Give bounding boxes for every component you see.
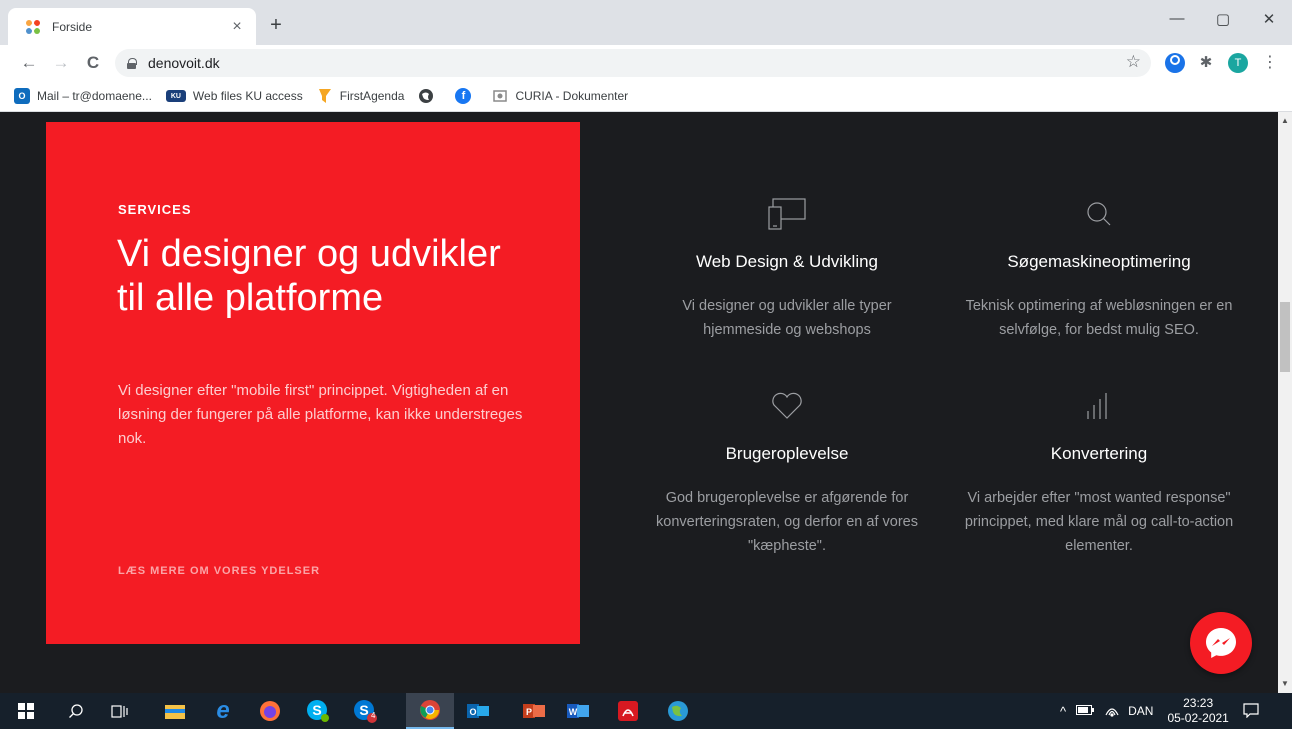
acrobat-icon[interactable]	[608, 693, 648, 729]
web-page: SERVICES Vi designer og udvikler til all…	[0, 112, 1278, 693]
hero-headline: Vi designer og udvikler til alle platfor…	[117, 233, 501, 319]
scroll-up-icon[interactable]: ▲	[1278, 114, 1292, 128]
outlook-icon: O	[14, 88, 30, 104]
forward-button[interactable]: →	[50, 52, 72, 74]
windows-taskbar: e S S 4 O P W ^ DAN 23:23 05-02-2021	[0, 693, 1292, 729]
bookmark-firstagenda[interactable]: FirstAgenda	[317, 88, 405, 104]
devices-icon	[642, 194, 932, 234]
svg-text:W: W	[569, 707, 578, 717]
service-ux: Brugeroplevelse God brugeroplevelse er a…	[642, 386, 932, 558]
service-text: Vi designer og udvikler alle typer hjemm…	[682, 298, 892, 338]
powerpoint-icon[interactable]: P	[514, 693, 554, 729]
extension-icon[interactable]	[1165, 53, 1185, 73]
scroll-thumb[interactable]	[1280, 302, 1290, 372]
read-more-link[interactable]: LÆS MERE OM VORES YDELSER	[118, 565, 320, 577]
scroll-down-icon[interactable]: ▼	[1278, 677, 1292, 691]
service-text: Vi arbejder efter "most wanted response"…	[964, 490, 1234, 554]
service-text: Teknisk optimering af webløsningen er en…	[965, 298, 1233, 338]
service-conversion: Konvertering Vi arbejder efter "most wan…	[954, 386, 1244, 558]
edge-icon[interactable]: e	[203, 693, 243, 729]
skype-business-icon[interactable]: S 4	[345, 693, 385, 729]
curia-icon	[492, 88, 508, 104]
ku-icon: KU	[165, 90, 186, 102]
back-button[interactable]: ←	[18, 52, 40, 74]
joomla-icon	[24, 18, 42, 36]
url-text: denovoit.dk	[148, 55, 220, 71]
tab-forside[interactable]: Forside ×	[8, 8, 256, 45]
bookmark-facebook[interactable]: f	[455, 88, 478, 104]
firefox-icon[interactable]	[250, 693, 290, 729]
bookmark-star-icon[interactable]: ☆	[1126, 52, 1141, 72]
tab-title: Forside	[52, 19, 93, 34]
clock[interactable]: 23:23 05-02-2021	[1167, 696, 1228, 726]
tab-close-icon[interactable]: ×	[228, 18, 246, 36]
word-icon[interactable]: W	[558, 693, 598, 729]
search-icon	[954, 194, 1244, 234]
svg-text:S: S	[359, 702, 368, 718]
bar-chart-icon	[954, 386, 1244, 426]
browser-toolbar: ← → C denovoit.dk ☆ ✱ T ⋮	[0, 45, 1292, 81]
service-title: Brugeroplevelse	[725, 444, 849, 463]
page-scrollbar[interactable]: ▲ ▼	[1278, 112, 1292, 693]
minimize-button[interactable]: —	[1154, 10, 1200, 27]
notification-badge: 4	[371, 711, 376, 720]
reload-button[interactable]: C	[82, 52, 104, 74]
windows-start-icon[interactable]	[6, 693, 46, 729]
globe-app-icon[interactable]	[658, 693, 698, 729]
bookmark-label: Mail – tr@domaene...	[37, 89, 152, 103]
notification-center-icon[interactable]	[1243, 702, 1259, 721]
service-title: Konvertering	[1050, 444, 1148, 463]
svg-text:O: O	[469, 707, 476, 717]
hero-lead: Vi designer efter "mobile first" princip…	[118, 382, 523, 447]
new-tab-button[interactable]: +	[264, 14, 288, 38]
bookmark-label: FirstAgenda	[339, 89, 405, 103]
battery-icon[interactable]	[1076, 704, 1095, 718]
bookmark-label: Web files KU access	[192, 89, 303, 103]
profile-avatar[interactable]: T	[1228, 53, 1248, 73]
chrome-icon[interactable]	[406, 693, 454, 729]
chevron-up-icon[interactable]: ^	[1060, 704, 1066, 719]
tab-strip: Forside × + — ▢ ✕	[0, 0, 1292, 45]
service-title: Web Design & Udvikling	[695, 252, 879, 271]
bookmark-globe[interactable]	[418, 88, 441, 104]
firstagenda-icon	[317, 88, 333, 104]
service-web-design: Web Design & Udvikling Vi designer og ud…	[642, 194, 932, 342]
service-text: God brugeroplevelse er afgørende for kon…	[656, 490, 918, 554]
bookmark-label: CURIA - Dokumenter	[515, 89, 629, 103]
file-explorer-icon[interactable]	[155, 693, 195, 729]
section-eyebrow: SERVICES	[118, 202, 192, 217]
messenger-icon	[1206, 628, 1236, 658]
search-taskbar-icon[interactable]	[56, 693, 96, 729]
lock-icon	[127, 57, 137, 69]
task-view-icon[interactable]	[100, 693, 140, 729]
bookmark-mail[interactable]: O Mail – tr@domaene...	[14, 88, 152, 104]
puzzle-icon[interactable]: ✱	[1196, 53, 1216, 73]
outlook-icon[interactable]: O	[458, 693, 498, 729]
close-window-button[interactable]: ✕	[1246, 10, 1292, 28]
bookmark-ku[interactable]: KU Web files KU access	[165, 89, 303, 103]
globe-icon	[418, 88, 434, 104]
service-title: Søgemaskineoptimering	[1007, 252, 1191, 271]
bookmarks-bar: O Mail – tr@domaene... KU Web files KU a…	[0, 81, 1292, 112]
wifi-icon[interactable]	[1104, 703, 1120, 720]
services-hero-card: SERVICES Vi designer og udvikler til all…	[46, 122, 580, 644]
maximize-button[interactable]: ▢	[1200, 10, 1246, 28]
address-bar[interactable]: denovoit.dk ☆	[115, 49, 1151, 77]
facebook-icon: f	[455, 88, 472, 104]
heart-icon	[642, 386, 932, 426]
system-tray: ^ DAN 23:23 05-02-2021	[1060, 693, 1259, 729]
messenger-chat-button[interactable]	[1190, 612, 1252, 674]
menu-icon[interactable]: ⋮	[1260, 53, 1280, 73]
svg-text:S: S	[312, 702, 321, 718]
skype-icon[interactable]: S	[298, 693, 338, 729]
clock-time: 23:23	[1183, 696, 1214, 710]
service-seo: Søgemaskineoptimering Teknisk optimering…	[954, 194, 1244, 342]
clock-date: 05-02-2021	[1167, 711, 1229, 725]
language-indicator[interactable]: DAN	[1128, 704, 1153, 718]
svg-text:P: P	[526, 707, 532, 717]
bookmark-curia[interactable]: CURIA - Dokumenter	[492, 88, 628, 104]
